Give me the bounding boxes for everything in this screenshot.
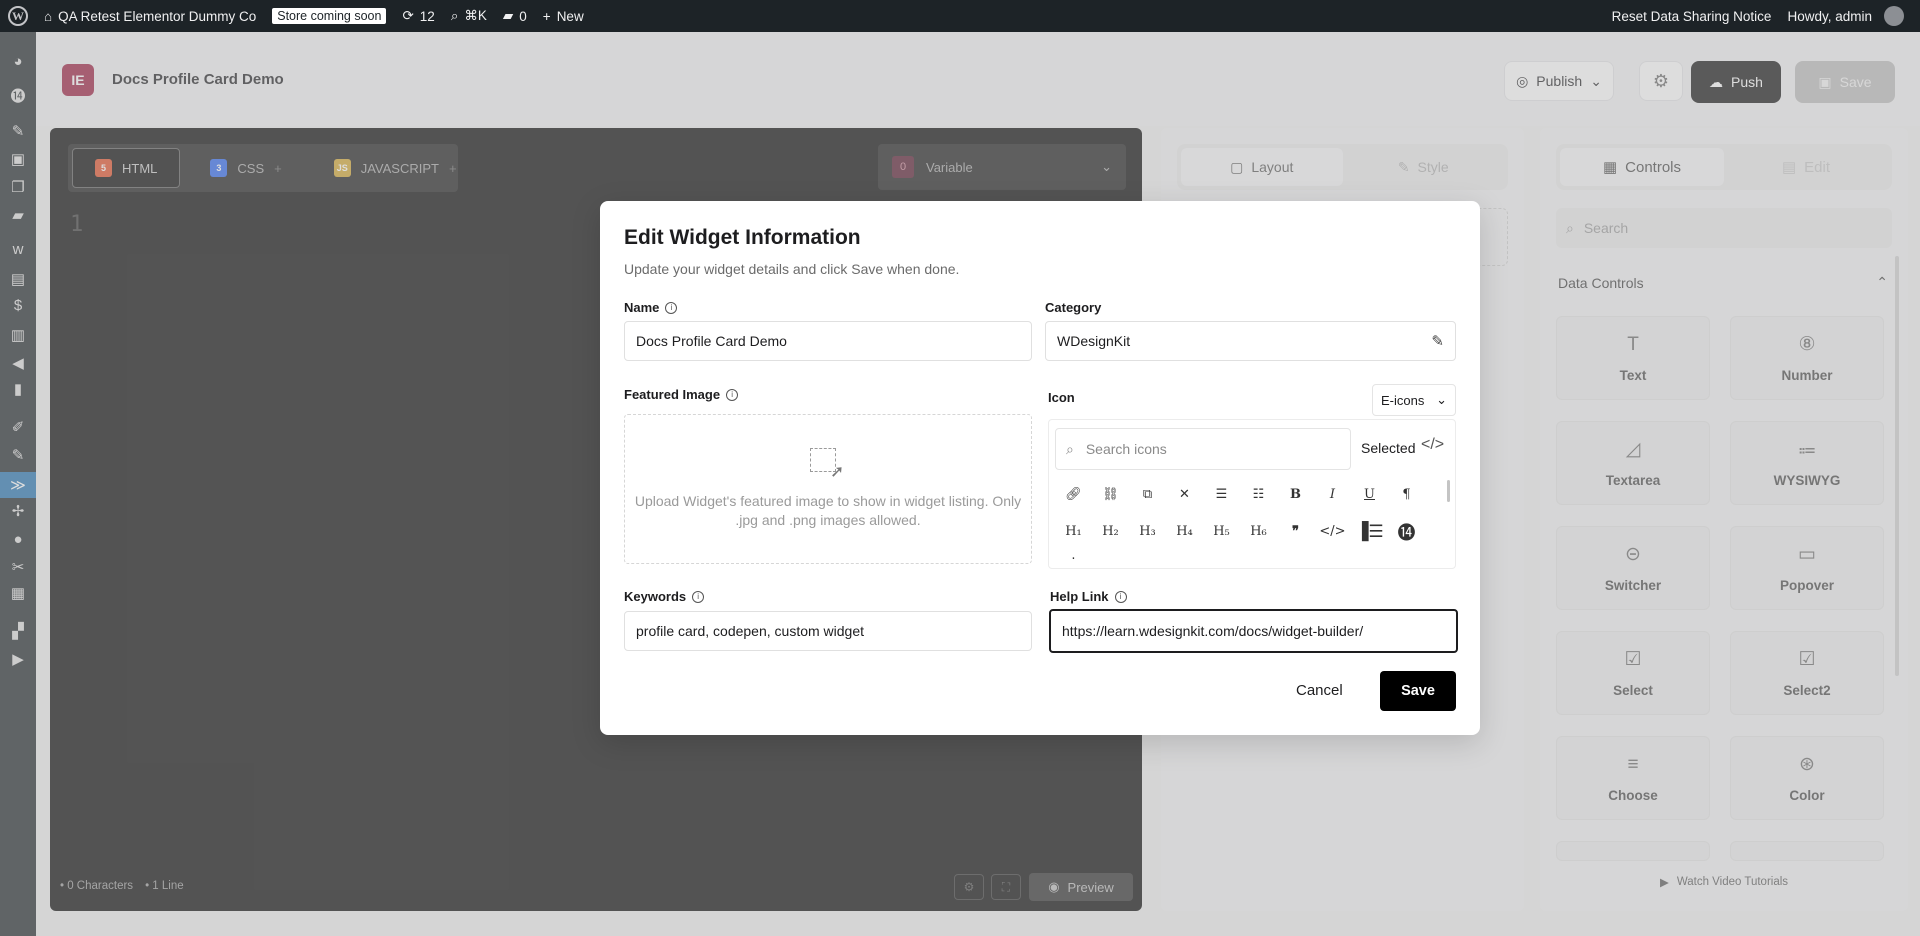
avatar: [1884, 6, 1904, 26]
underline-icon[interactable]: U: [1351, 480, 1388, 509]
heading-1-icon[interactable]: H₁: [1055, 517, 1092, 546]
category-label-text: Category: [1045, 300, 1102, 315]
search-icon: ⌕: [1066, 440, 1074, 457]
icon-picker: ⌕ Search icons Selected </> 🔗︎ ⛓ ⧉ ✕ ☰ ☷…: [1048, 419, 1456, 569]
info-icon[interactable]: i: [665, 301, 678, 314]
help-link-input[interactable]: [1049, 609, 1458, 653]
modal-subtitle: Update your widget details and click Sav…: [624, 261, 960, 277]
heading-4-icon[interactable]: H₄: [1166, 517, 1203, 546]
name-label: Name i: [624, 300, 678, 315]
close-icon[interactable]: ✕: [1166, 480, 1203, 509]
home-icon: ⌂: [44, 8, 53, 24]
link-icon[interactable]: 🔗︎: [1055, 480, 1092, 509]
search-shortcut: ⌘K: [464, 8, 487, 23]
pencil-icon[interactable]: ✎: [1431, 332, 1444, 350]
elementor-square-icon[interactable]: ▐☰: [1351, 517, 1388, 546]
featured-image-label-text: Featured Image: [624, 387, 721, 402]
keywords-label: Keywords i: [624, 589, 705, 604]
howdy-label: Howdy, admin: [1787, 8, 1872, 24]
edit-widget-modal: Edit Widget Information Update your widg…: [600, 201, 1480, 735]
icon-library-value: E-icons: [1381, 392, 1425, 408]
info-icon[interactable]: i: [726, 388, 739, 401]
icon-label: Icon: [1048, 390, 1075, 405]
code-icon[interactable]: </>: [1314, 517, 1351, 546]
unlink-icon[interactable]: ⛓: [1092, 480, 1129, 509]
ordered-list-icon[interactable]: ☰: [1203, 480, 1240, 509]
reset-notice-link[interactable]: Reset Data Sharing Notice: [1604, 0, 1780, 32]
cancel-button[interactable]: Cancel: [1296, 682, 1343, 699]
icon-search-input[interactable]: ⌕ Search icons: [1055, 428, 1351, 470]
paragraph-icon[interactable]: ¶: [1388, 480, 1425, 509]
help-link-label: Help Link i: [1050, 589, 1127, 604]
updates-link[interactable]: ⟳ 12: [394, 0, 442, 32]
help-link-label-text: Help Link: [1050, 589, 1109, 604]
comments-link[interactable]: ▰ 0: [495, 0, 535, 32]
refresh-icon: ⟳: [402, 8, 414, 23]
name-label-text: Name: [624, 300, 660, 315]
external-link-icon[interactable]: ⧉: [1129, 480, 1166, 509]
new-label: New: [556, 8, 584, 24]
keywords-label-text: Keywords: [624, 589, 687, 604]
category-value: WDesignKit: [1057, 333, 1131, 349]
quote-icon[interactable]: ❞: [1277, 517, 1314, 546]
elementor-circle-icon[interactable]: ⓮: [1388, 517, 1425, 546]
site-name: QA Retest Elementor Dummy Co: [58, 8, 257, 24]
comment-icon: ▰: [502, 8, 514, 23]
wordpress-logo-icon[interactable]: W: [0, 0, 36, 32]
plus-icon: +: [542, 8, 551, 24]
new-content-link[interactable]: + New: [535, 0, 592, 32]
info-icon[interactable]: i: [692, 590, 705, 603]
icon-label-text: Icon: [1048, 390, 1075, 405]
widget-name-input[interactable]: [624, 321, 1032, 361]
selected-label: Selected: [1361, 440, 1416, 456]
italic-icon[interactable]: I: [1314, 480, 1351, 509]
save-button[interactable]: Save: [1380, 671, 1456, 711]
category-label: Category: [1045, 300, 1101, 315]
upload-image-icon: ➚: [810, 448, 846, 482]
wp-admin-bar: W ⌂ QA Retest Elementor Dummy Co Store c…: [0, 0, 1920, 32]
heading-3-icon[interactable]: H₃: [1129, 517, 1166, 546]
featured-image-label: Featured Image i: [624, 387, 739, 402]
selected-code-icon: </>: [1421, 436, 1445, 453]
icon-search-placeholder: Search icons: [1085, 441, 1167, 457]
store-status-badge[interactable]: Store coming soon: [264, 0, 394, 32]
heading-2-icon[interactable]: H₂: [1092, 517, 1129, 546]
icon-library-select[interactable]: E-icons ⌄: [1372, 384, 1456, 416]
unordered-list-icon[interactable]: ☷: [1240, 480, 1277, 509]
comments-count: 0: [519, 8, 527, 24]
info-icon[interactable]: i: [1114, 590, 1127, 603]
upload-instructions: Upload Widget's featured image to show i…: [634, 493, 1022, 528]
modal-title: Edit Widget Information: [624, 226, 861, 249]
icon-picker-scrollbar[interactable]: [1447, 480, 1450, 502]
heading-6-icon[interactable]: H₆: [1240, 517, 1277, 546]
heading-5-icon[interactable]: H₅: [1203, 517, 1240, 546]
icon-grid: 🔗︎ ⛓ ⧉ ✕ ☰ ☷ B I U ¶ H₁ H₂ H₃ H₄ H₅ H₆ ❞…: [1055, 480, 1435, 567]
account-menu[interactable]: Howdy, admin: [1779, 0, 1912, 32]
search-icon: ⌕: [450, 8, 459, 23]
featured-image-dropzone[interactable]: ➚ Upload Widget's featured image to show…: [624, 414, 1032, 564]
bold-icon[interactable]: B: [1277, 480, 1314, 509]
more-icons-row-icon[interactable]: ·: [1055, 552, 1092, 567]
updates-count: 12: [419, 8, 435, 24]
keywords-input[interactable]: [624, 611, 1032, 651]
site-name-link[interactable]: ⌂ QA Retest Elementor Dummy Co: [36, 0, 264, 32]
chevron-down-icon: ⌄: [1436, 392, 1447, 407]
category-field[interactable]: WDesignKit ✎: [1045, 321, 1456, 361]
command-search-link[interactable]: ⌕ ⌘K: [443, 0, 495, 32]
